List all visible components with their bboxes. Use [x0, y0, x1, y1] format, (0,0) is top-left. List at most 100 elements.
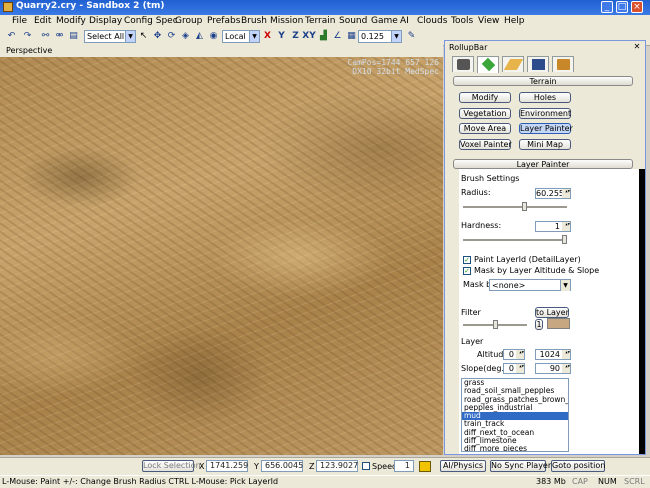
perspective-viewport[interactable]: CamPos=1744 657 126 DX10 32bit MedSpec	[0, 57, 443, 455]
slope-min-spinner[interactable]: 0	[503, 363, 525, 374]
snap-to-object-icon[interactable]: ◉	[208, 31, 219, 42]
redo-icon[interactable]: ↷	[22, 31, 33, 42]
goto-position-button[interactable]: Goto position	[551, 460, 605, 472]
modeling-tab-icon[interactable]	[502, 56, 524, 72]
y-coord-label: Y	[254, 462, 259, 471]
menu-file[interactable]: File	[12, 16, 27, 26]
environment-button[interactable]: Environment	[519, 108, 571, 119]
minimize-button[interactable]: _	[601, 1, 613, 13]
hardness-slider-thumb[interactable]	[562, 235, 567, 244]
voxel-painter-button[interactable]: Voxel Painter	[459, 139, 512, 150]
status-bar: L-Mouse: Paint +/-: Change Brush Radius …	[0, 475, 650, 488]
terrain-tab-icon[interactable]	[477, 56, 499, 73]
lock-selection-button[interactable]: Lock Selection	[142, 460, 201, 472]
menu-modify[interactable]: Modify	[56, 16, 86, 26]
terrain-follow-icon[interactable]: ▟	[318, 31, 329, 42]
y-coord-field[interactable]: 656.0045	[261, 460, 303, 472]
selection-filter-value: Select All	[87, 32, 125, 41]
maximize-button[interactable]: □	[616, 1, 628, 13]
slope-max-spinner[interactable]: 90	[535, 363, 571, 374]
menu-bar: File Edit Modify Display Config Spec Gro…	[0, 15, 650, 28]
chevron-down-icon: ▼	[249, 31, 259, 42]
selection-filter-combo[interactable]: Select All ▼	[84, 30, 136, 43]
menu-sound[interactable]: Sound	[339, 16, 367, 26]
mask-by-combo[interactable]: <none> ▼	[489, 279, 571, 291]
menu-group[interactable]: Group	[175, 16, 202, 26]
link-icon[interactable]: ⚯	[40, 31, 51, 42]
holes-button[interactable]: Holes	[519, 92, 571, 103]
menu-help[interactable]: Help	[504, 16, 525, 26]
close-button[interactable]: ×	[631, 1, 643, 13]
speed-checkbox[interactable]	[362, 462, 370, 470]
menu-mission[interactable]: Mission	[270, 16, 303, 26]
grid-snap-combo[interactable]: 0.125 ▼	[358, 30, 402, 43]
paint-layer-id-label: Paint LayerId (DetailLayer)	[474, 255, 581, 264]
filter-color-swatch[interactable]	[547, 318, 570, 329]
unlink-icon[interactable]: ⚮	[54, 31, 65, 42]
ai-physics-button[interactable]: AI/Physics	[440, 460, 486, 472]
scale-icon[interactable]: ◈	[180, 31, 191, 42]
coordinate-system-combo[interactable]: Local ▼	[222, 30, 260, 43]
objects-tab-icon[interactable]	[452, 56, 474, 72]
move-icon[interactable]: ✥	[152, 31, 163, 42]
axis-xy-button[interactable]: XY	[302, 31, 316, 42]
paint-layer-id-checkbox[interactable]: ✓	[463, 256, 471, 264]
menu-brush[interactable]: Brush	[241, 16, 267, 26]
select-filter-icon[interactable]: ▤	[68, 31, 79, 42]
menu-ai[interactable]: AI	[400, 16, 409, 26]
altitude-min-spinner[interactable]: 0	[503, 349, 525, 360]
layer-painter-button[interactable]: Layer Painter	[519, 123, 573, 134]
menu-terrain[interactable]: Terrain	[305, 16, 335, 26]
menu-game[interactable]: Game	[371, 16, 398, 26]
app-icon	[3, 2, 13, 12]
filter-number-button[interactable]: 1	[535, 319, 543, 330]
snap-angle-icon[interactable]: ∠	[332, 31, 343, 42]
mini-map-button[interactable]: Mini Map	[519, 139, 571, 150]
display-tab-icon[interactable]	[527, 56, 549, 72]
menu-display[interactable]: Display	[89, 16, 122, 26]
viewport-label[interactable]: Perspective	[6, 46, 52, 55]
layers-tab-icon[interactable]	[552, 56, 574, 72]
menu-config-spec[interactable]: Config Spec	[124, 16, 178, 26]
axis-z-button[interactable]: Z	[290, 31, 301, 42]
list-item[interactable]: diff_more_pieces	[462, 445, 568, 451]
select-terrain-icon[interactable]: ◭	[194, 31, 205, 42]
menu-tools[interactable]: Tools	[451, 16, 473, 26]
rollup-scrollbar[interactable]	[639, 169, 645, 454]
radius-label: Radius:	[461, 188, 491, 197]
speed-field[interactable]: 1	[394, 460, 414, 472]
no-sync-player-button[interactable]: No Sync Player	[490, 460, 551, 472]
modify-button[interactable]: Modify	[459, 92, 511, 103]
menu-edit[interactable]: Edit	[34, 16, 51, 26]
axis-y-button[interactable]: Y	[276, 31, 287, 42]
mask-altitude-slope-checkbox[interactable]: ✓	[463, 267, 471, 275]
terrain-collision-icon[interactable]	[419, 461, 431, 472]
select-pointer-icon[interactable]: ↖	[138, 31, 149, 42]
rotate-icon[interactable]: ⟳	[166, 31, 177, 42]
hardness-slider-track	[463, 239, 567, 242]
hardness-spinner[interactable]: 1	[535, 221, 571, 232]
z-coord-field[interactable]: 123.9027	[316, 460, 358, 472]
move-area-button[interactable]: Move Area	[459, 123, 511, 134]
z-coord-label: Z	[309, 462, 315, 471]
layer-list[interactable]: grass road_soil_small_pepples road_grass_p…	[461, 378, 569, 452]
terrain-section-header[interactable]: Terrain	[453, 76, 633, 86]
coordinate-system-value: Local	[225, 32, 246, 41]
x-coord-field[interactable]: 1741.259	[206, 460, 248, 472]
to-layer-button[interactable]: to Layer	[535, 307, 569, 318]
grid-icon[interactable]: ▦	[346, 31, 357, 42]
menu-clouds[interactable]: Clouds	[417, 16, 447, 26]
menu-view[interactable]: View	[478, 16, 499, 26]
menu-prefabs[interactable]: Prefabs	[207, 16, 240, 26]
radius-slider-thumb[interactable]	[522, 202, 528, 211]
layer-painter-section-header[interactable]: Layer Painter	[453, 159, 633, 169]
ruler-icon[interactable]: ✎	[406, 31, 417, 42]
campos-text: CamPos=1744 657 126	[347, 58, 439, 67]
undo-icon[interactable]: ↶	[6, 31, 17, 42]
axis-x-button[interactable]: X	[262, 31, 273, 42]
close-icon[interactable]: ✕	[632, 42, 642, 52]
vegetation-button[interactable]: Vegetation	[459, 108, 511, 119]
radius-spinner[interactable]: 60.255	[535, 188, 571, 199]
altitude-max-spinner[interactable]: 1024	[535, 349, 571, 360]
filter-slider-thumb[interactable]	[493, 320, 498, 329]
